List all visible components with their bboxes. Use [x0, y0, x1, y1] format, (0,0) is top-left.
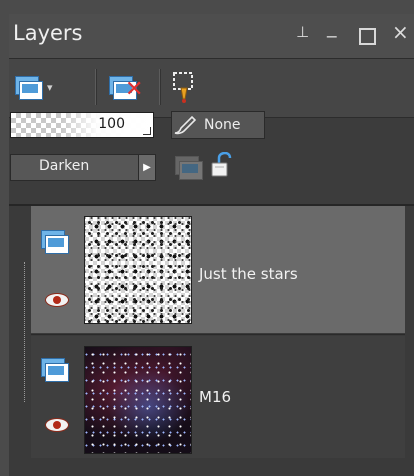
lock-transparency-button[interactable]	[175, 156, 203, 180]
layer-type-icon	[41, 358, 69, 382]
blend-mode-select[interactable]: Darken ▶	[10, 154, 156, 181]
mask-selector-button[interactable]: None	[171, 111, 265, 139]
mask-brush-icon	[173, 72, 193, 103]
layer-name: M16	[199, 388, 232, 406]
toolbar-separator	[95, 69, 96, 105]
opacity-field[interactable]: 100	[10, 112, 154, 138]
group-tree-line	[24, 262, 25, 402]
close-button[interactable]: ×	[392, 20, 409, 44]
layer-row[interactable]: M16	[31, 336, 405, 458]
visibility-eye-icon[interactable]	[45, 418, 69, 432]
delete-layer-button[interactable]: ✕	[109, 69, 149, 105]
layer-type-icon	[41, 230, 69, 254]
layer-group-icon	[175, 156, 203, 180]
layer-name: Just the stars	[199, 265, 298, 283]
brush-icon	[174, 115, 197, 135]
blend-mode-value: Darken	[39, 158, 90, 174]
toolbar-separator	[159, 69, 160, 105]
lock-icon	[211, 151, 232, 177]
delete-x-icon: ✕	[125, 77, 144, 102]
add-mask-button[interactable]	[171, 69, 201, 105]
chevron-down-icon[interactable]: ▾	[47, 81, 53, 94]
layers-toolbar: ▾ ✕	[9, 59, 414, 118]
layer-thumbnail	[84, 216, 192, 324]
layer-row[interactable]: Just the stars	[31, 206, 405, 333]
lock-layer-button[interactable]	[209, 151, 233, 178]
opacity-value: 100	[98, 116, 125, 132]
maximize-button[interactable]	[359, 28, 376, 45]
panel-title-bar[interactable]: Layers ⊥ _ ×	[9, 14, 414, 59]
minimize-button[interactable]: _	[327, 16, 337, 38]
pin-icon[interactable]: ⊥	[296, 23, 309, 41]
row-divider	[31, 334, 405, 335]
chevron-right-icon[interactable]: ▶	[138, 155, 155, 180]
mask-label: None	[204, 117, 241, 133]
panel-title: Layers	[13, 21, 83, 45]
new-layer-button[interactable]: ▾	[15, 69, 53, 105]
layer-thumbnail	[84, 346, 192, 454]
new-layer-icon	[15, 76, 43, 100]
resize-grip-icon	[143, 127, 151, 135]
visibility-eye-icon[interactable]	[45, 293, 69, 307]
